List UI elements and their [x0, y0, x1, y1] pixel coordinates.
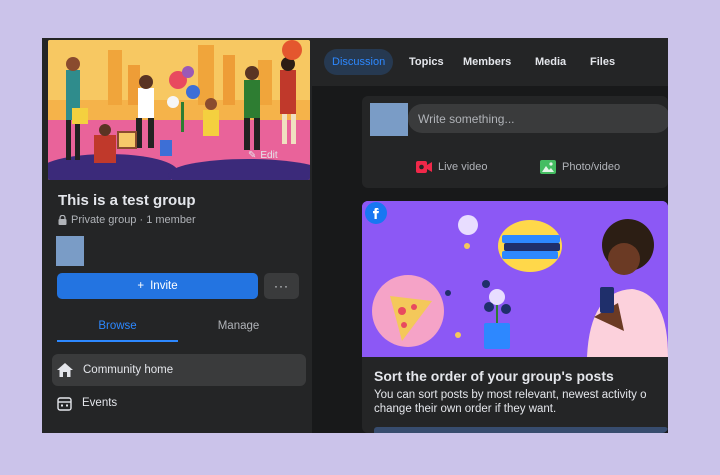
photo-video-button[interactable]: Photo/video — [540, 160, 620, 174]
group-cover-photo[interactable]: ✎ Edit — [48, 40, 310, 180]
group-sidebar: ✎ Edit This is a test group Private grou… — [42, 38, 312, 433]
composer-avatar[interactable] — [370, 103, 408, 136]
live-video-label: Live video — [438, 161, 488, 173]
photo-video-label: Photo/video — [562, 161, 621, 173]
group-meta: Private group · 1 member — [58, 214, 196, 226]
edit-cover-button[interactable]: ✎ Edit — [248, 150, 278, 161]
live-video-button[interactable]: Live video — [416, 160, 488, 174]
member-avatar[interactable] — [56, 236, 84, 266]
tab-manage[interactable]: Manage — [178, 320, 299, 332]
group-meta-text: Private group · 1 member — [71, 214, 196, 226]
tab-browse[interactable]: Browse — [57, 320, 178, 332]
group-title[interactable]: This is a test group — [58, 192, 196, 209]
promo-title: Sort the order of your group's posts — [374, 368, 614, 384]
edit-cover-label: Edit — [260, 150, 278, 161]
lock-icon — [58, 215, 67, 225]
promo-action-button[interactable] — [374, 427, 668, 433]
post-composer: Write something... — [362, 96, 668, 188]
tab-media[interactable]: Media — [527, 49, 574, 75]
invite-button[interactable]: + Invite — [57, 273, 258, 299]
sidebar-item-events[interactable]: Events — [52, 387, 306, 419]
facebook-group-window: ✎ Edit This is a test group Private grou… — [42, 38, 668, 433]
live-video-icon — [416, 161, 432, 173]
group-tab-bar: Discussion Topics Members Media Files — [312, 38, 668, 86]
tab-files[interactable]: Files — [582, 49, 623, 75]
active-tab-underline — [57, 340, 178, 342]
group-main-content: Discussion Topics Members Media Files Wr… — [312, 38, 668, 433]
tab-topics[interactable]: Topics — [401, 49, 452, 75]
invite-label: Invite — [150, 280, 178, 292]
sort-posts-promo-card: Sort the order of your group's posts You… — [362, 201, 668, 433]
calendar-icon — [57, 396, 72, 411]
sidebar-item-community-home[interactable]: Community home — [52, 354, 306, 386]
write-something-input[interactable]: Write something... — [408, 104, 668, 133]
sidebar-item-label: Events — [82, 397, 118, 409]
more-options-button[interactable]: ··· — [264, 273, 299, 299]
tab-members[interactable]: Members — [455, 49, 519, 75]
photo-icon — [540, 160, 556, 174]
promo-illustration — [362, 201, 668, 357]
promo-body: You can sort posts by most relevant, new… — [374, 389, 647, 415]
home-icon — [57, 363, 73, 377]
tab-discussion[interactable]: Discussion — [324, 49, 394, 75]
plus-icon: + — [137, 280, 145, 292]
sidebar-item-label: Community home — [83, 364, 174, 376]
pencil-icon: ✎ — [248, 150, 257, 161]
